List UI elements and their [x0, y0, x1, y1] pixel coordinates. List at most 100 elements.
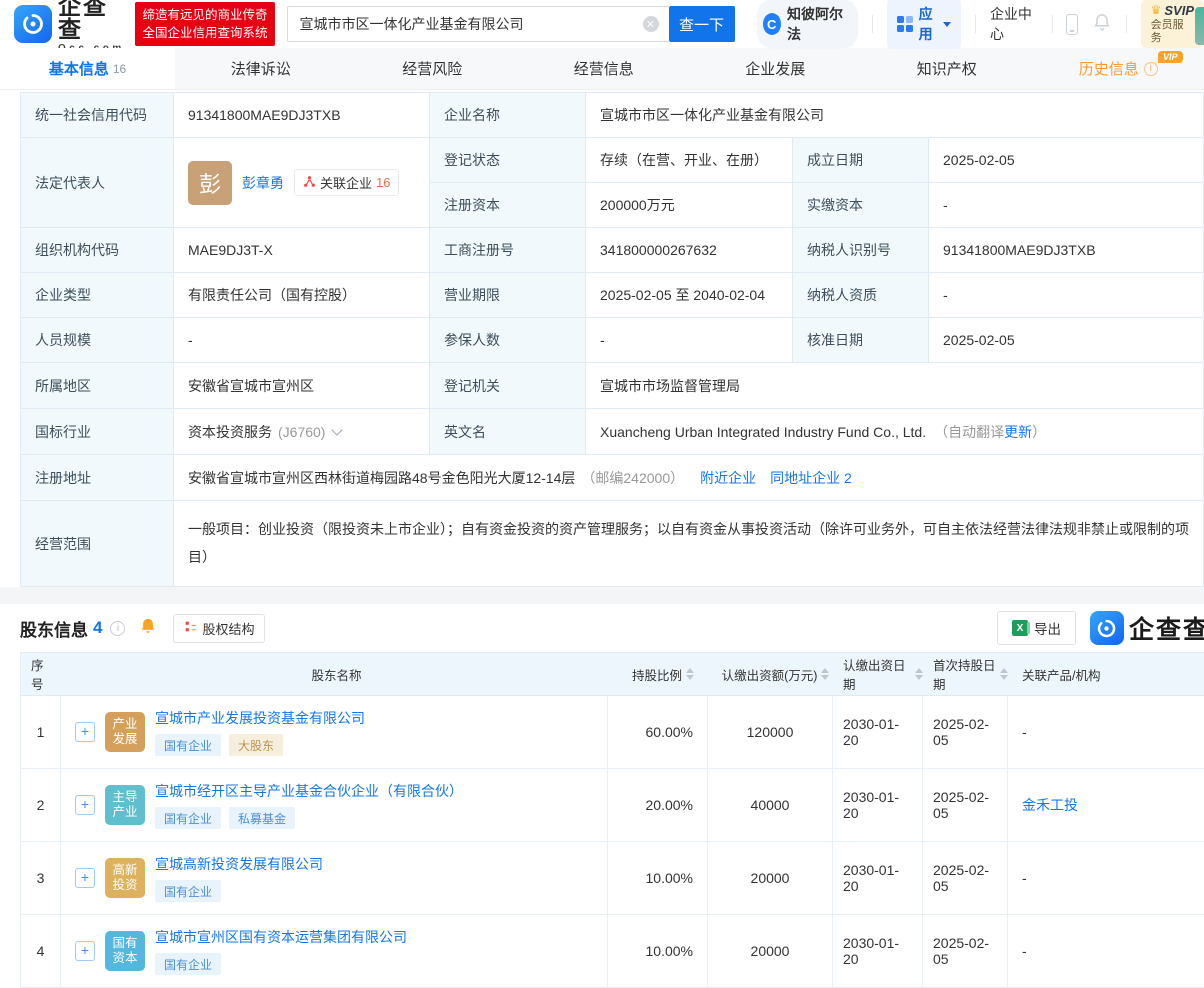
shareholder-avatar[interactable]: 高新 投资 — [105, 858, 145, 898]
shareholder-row: 2 + 主导 产业 宣城市经开区主导产业基金合伙企业（有限合伙） 国有企业 私募基金… — [21, 769, 1204, 842]
field-label: 工商注册号 — [430, 228, 586, 273]
enterprise-center-link[interactable]: 企业中心 — [990, 4, 1038, 44]
shareholder-link[interactable]: 宣城市经开区主导产业基金合伙企业（有限合伙） — [155, 781, 463, 801]
shareholder-link[interactable]: 宣城市产业发展投资基金有限公司 — [155, 708, 365, 728]
qcc-watermark-icon — [1089, 611, 1124, 645]
qcc-logo-icon[interactable] — [14, 5, 52, 43]
shareholder-row: 1 + 产业 发展 宣城市产业发展投资基金有限公司 国有企业 大股东 60.00% … — [21, 696, 1204, 769]
row-index: 3 — [21, 842, 61, 914]
vip-badge: VIP — [1157, 51, 1183, 63]
related-value: - — [1022, 943, 1027, 959]
field-value: 存续（在营、开业、在册） — [586, 138, 793, 183]
basic-info-table: 统一社会信用代码 91341800MAE9DJ3TXB 企业名称 宣城市市区一体… — [20, 92, 1204, 587]
field-label: 核准日期 — [793, 318, 929, 363]
col-ratio[interactable]: 持股比例 — [608, 653, 708, 695]
network-icon — [303, 175, 316, 191]
monitor-bell-icon[interactable] — [139, 617, 157, 640]
related-value: - — [1022, 724, 1027, 740]
related-companies-badge[interactable]: 关联企业 16 — [294, 169, 400, 196]
shareholder-name-cell: + 高新 投资 宣城高新投资发展有限公司 国有企业 — [61, 842, 608, 914]
col-related: 关联产品/机构 — [1022, 668, 1101, 683]
nearby-companies-link[interactable]: 附近企业 — [700, 468, 756, 488]
field-label: 参保人数 — [430, 318, 586, 363]
expand-button[interactable]: + — [75, 941, 95, 961]
divider — [871, 15, 873, 33]
shareholder-link[interactable]: 宣城高新投资发展有限公司 — [155, 854, 323, 874]
notification-bell-icon[interactable] — [1092, 12, 1112, 37]
tag-state-owned: 国有企业 — [155, 734, 222, 756]
tab-basic-info[interactable]: 基本信息 16 — [0, 48, 175, 89]
field-value: - — [929, 183, 1204, 228]
ratio-value: 10.00% — [608, 915, 708, 987]
search-clear-icon[interactable]: ✕ — [642, 16, 659, 32]
sort-icon[interactable] — [686, 668, 694, 680]
info-icon[interactable]: i — [110, 620, 126, 636]
expand-button[interactable]: + — [75, 722, 95, 742]
shareholder-avatar[interactable]: 产业 发展 — [105, 712, 145, 752]
expand-button[interactable]: + — [75, 868, 95, 888]
search-input[interactable] — [286, 6, 669, 42]
translate-update-link[interactable]: 更新 — [1004, 422, 1032, 442]
sort-icon[interactable] — [915, 668, 923, 680]
ratio-value: 20.00% — [608, 769, 708, 841]
field-value: 2025-02-05 至 2040-02-04 — [586, 273, 793, 318]
shareholder-link[interactable]: 宣城市宣州区国有资本运营集团有限公司 — [155, 927, 407, 947]
col-amount[interactable]: 认缴出资额(万元) — [708, 653, 833, 695]
field-value: 宣城市市区一体化产业基金有限公司 — [586, 93, 1204, 138]
amount-value: 120000 — [708, 696, 833, 768]
sort-icon[interactable] — [1000, 668, 1008, 680]
date-value: 2030-01-20 — [833, 696, 923, 768]
row-index: 1 — [21, 696, 61, 768]
tab-ip[interactable]: 知识产权 — [861, 48, 1033, 89]
related-product-link[interactable]: 金禾工投 — [1022, 795, 1078, 815]
tab-development[interactable]: 企业发展 — [690, 48, 862, 89]
tab-history[interactable]: VIP 历史信息 i — [1033, 48, 1204, 89]
export-button[interactable]: X 导出 — [996, 611, 1076, 645]
shareholder-name-cell: + 产业 发展 宣城市产业发展投资基金有限公司 国有企业 大股东 — [61, 696, 608, 768]
legal-rep-cell: 彭 彭章勇 关联企业 16 — [174, 138, 430, 228]
chevron-down-icon[interactable] — [331, 423, 344, 436]
industry-value: 资本投资服务 (J6760) — [174, 409, 430, 455]
tab-operation[interactable]: 经营信息 — [518, 48, 690, 89]
mobile-app-icon[interactable] — [1066, 13, 1078, 35]
amount-value: 40000 — [708, 769, 833, 841]
zhibi-alpha-link[interactable]: C 知彼阿尔法 — [756, 0, 858, 49]
expand-button[interactable]: + — [75, 795, 95, 815]
first-date-value: 2025-02-05 — [923, 915, 1008, 987]
first-date-value: 2025-02-05 — [923, 696, 1008, 768]
brand-text[interactable]: 企查查 Qcc.com — [58, 0, 127, 54]
row-index: 4 — [21, 915, 61, 987]
legal-rep-link[interactable]: 彭章勇 — [242, 173, 284, 193]
amount-value: 20000 — [708, 842, 833, 914]
field-label: 注册地址 — [21, 455, 174, 501]
tab-count: 16 — [112, 61, 127, 76]
field-label: 所属地区 — [21, 363, 174, 409]
equity-structure-icon — [184, 620, 197, 636]
legal-rep-avatar[interactable]: 彭 — [188, 160, 232, 205]
field-value: 2025-02-05 — [929, 138, 1204, 183]
divider — [1051, 15, 1053, 33]
same-address-link[interactable]: 同地址企业 2 — [770, 468, 852, 488]
col-date[interactable]: 认缴出资日期 — [833, 653, 923, 695]
info-icon[interactable]: i — [1143, 61, 1158, 76]
equity-structure-button[interactable]: 股权结构 — [173, 613, 266, 643]
col-first-date[interactable]: 首次持股日期 — [923, 653, 1008, 695]
tab-risk[interactable]: 经营风险 — [347, 48, 519, 89]
brand-slogan: 缔造有远见的商业传奇 全国企业信用查询系统 — [135, 1, 275, 47]
sort-icon[interactable] — [821, 668, 830, 680]
shareholder-avatar[interactable]: 国有 资本 — [105, 931, 145, 971]
field-label: 组织机构代码 — [21, 228, 174, 273]
field-value: - — [929, 273, 1204, 318]
address-value: 安徽省宣城市宣州区西林街道梅园路48号金色阳光大厦12-14层 （邮编24200… — [174, 455, 1204, 501]
field-value: - — [586, 318, 793, 363]
apps-menu[interactable]: 应用 — [886, 0, 962, 49]
field-value: 91341800MAE9DJ3TXB — [929, 228, 1204, 273]
svip-crown-icon: ♛ — [1150, 3, 1162, 18]
side-toolbar-edge[interactable] — [1195, 7, 1204, 45]
field-label: 企业类型 — [21, 273, 174, 318]
search-button[interactable]: 查一下 — [668, 6, 735, 42]
tab-legal[interactable]: 法律诉讼 — [175, 48, 347, 89]
shareholder-avatar[interactable]: 主导 产业 — [105, 785, 145, 825]
shareholder-row: 3 + 高新 投资 宣城高新投资发展有限公司 国有企业 10.00% 20000 … — [21, 842, 1204, 915]
english-name-value: Xuancheng Urban Integrated Industry Fund… — [586, 409, 1204, 455]
